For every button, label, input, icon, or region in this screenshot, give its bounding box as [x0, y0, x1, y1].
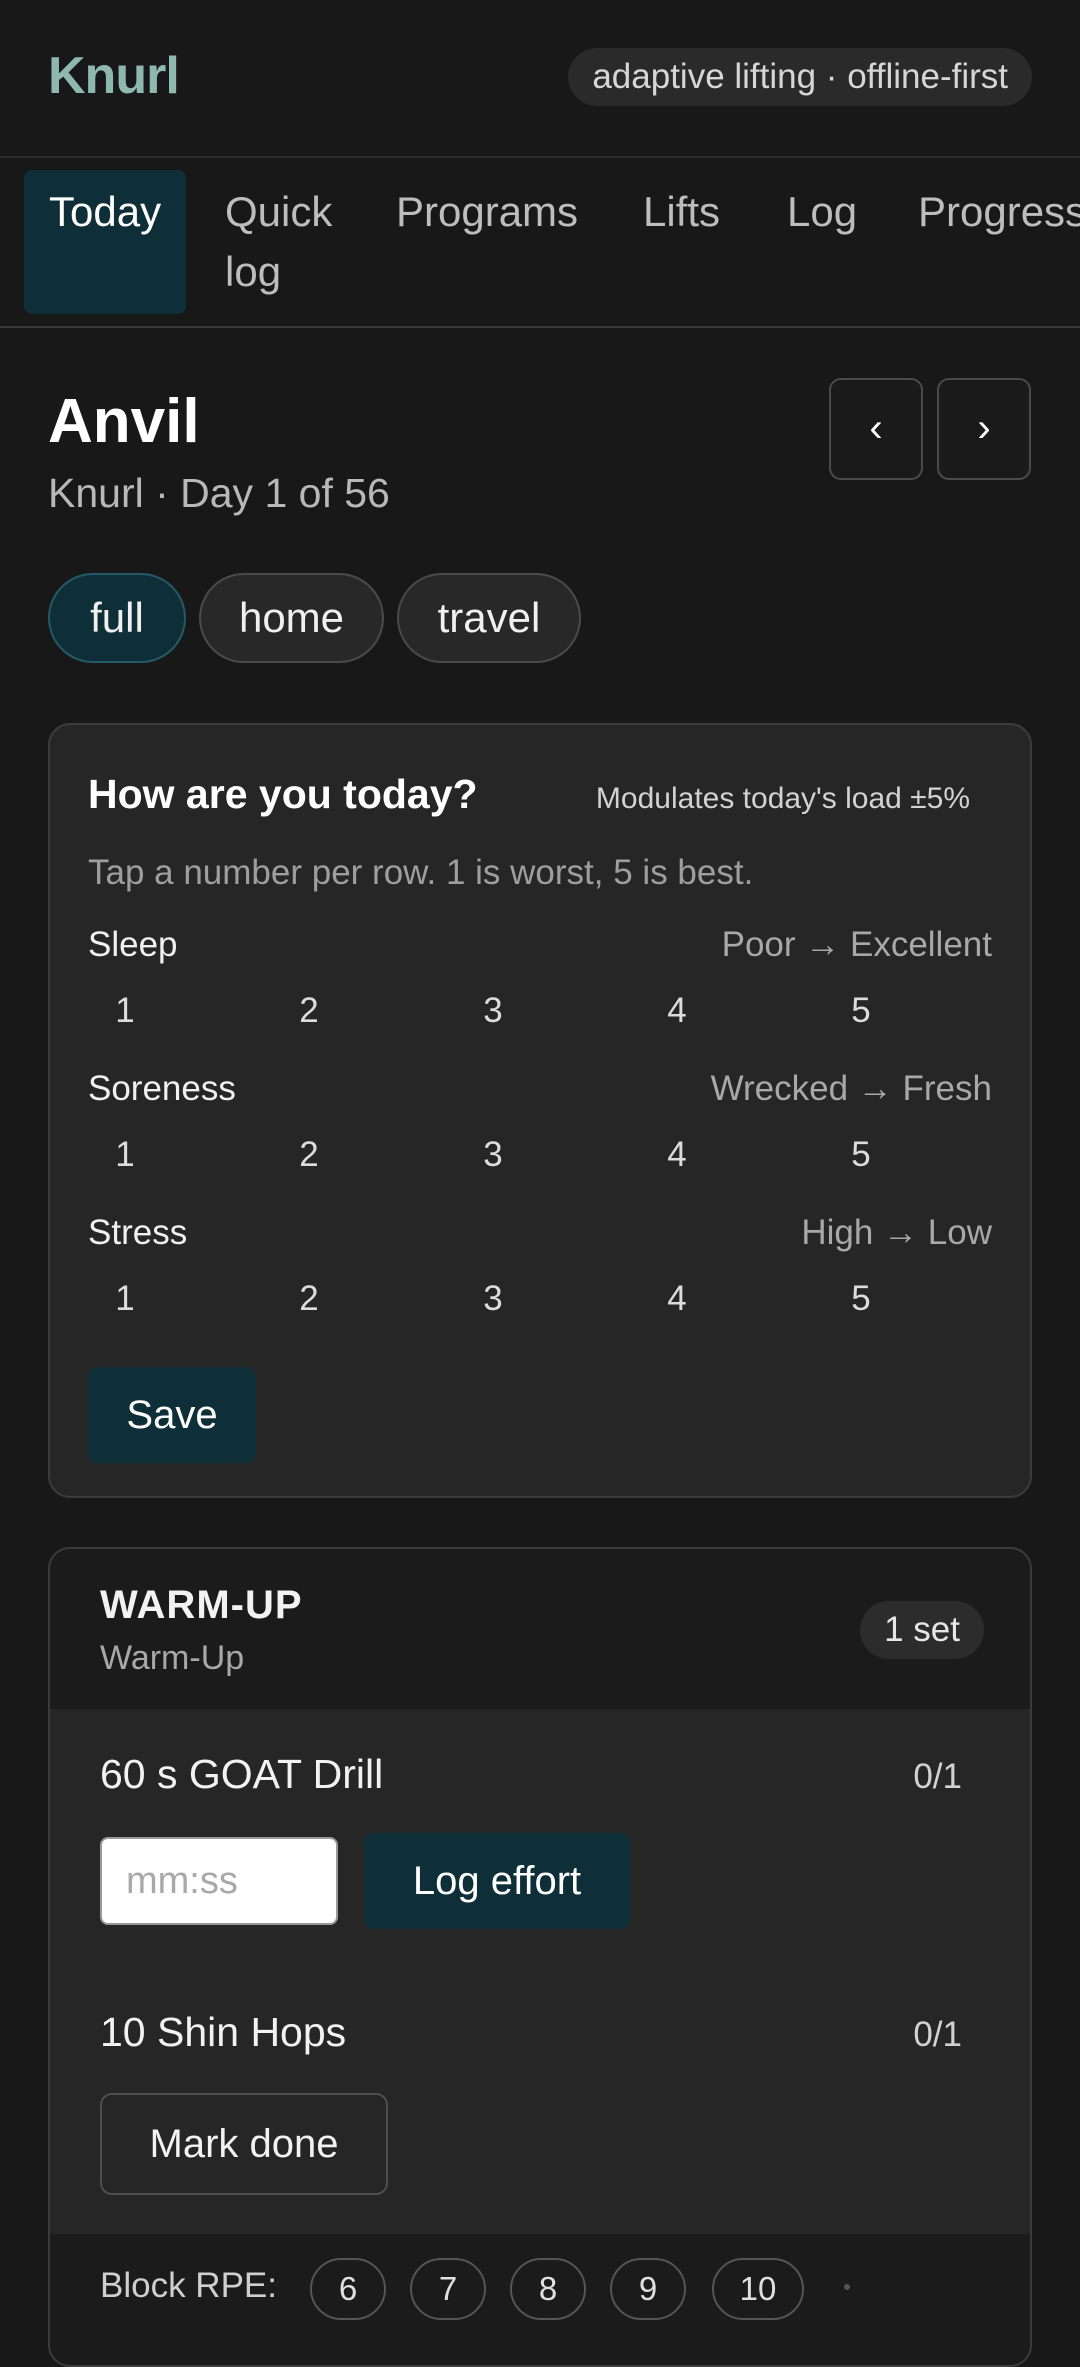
exercise-progress-count: 0/1: [913, 1757, 962, 1796]
block-header: WARM-UP Warm-Up 1 set: [50, 1549, 1030, 1709]
main-tab-bar: Today Quick log Programs Lifts Log Progr…: [0, 158, 1080, 328]
sleep-rating-4[interactable]: 4: [647, 991, 707, 1031]
effort-time-input[interactable]: [100, 1837, 338, 1925]
stress-rating-3[interactable]: 3: [463, 1279, 523, 1319]
soreness-rating-5[interactable]: 5: [831, 1135, 891, 1175]
soreness-row-range: Wrecked → Fresh: [710, 1069, 992, 1108]
sleep-rating-3[interactable]: 3: [463, 991, 523, 1031]
block-name: WARM-UP: [100, 1583, 303, 1627]
tab-today-label: Today: [49, 188, 162, 235]
save-checkin-button[interactable]: Save: [88, 1367, 256, 1463]
log-effort-button[interactable]: Log effort: [364, 1833, 630, 1929]
soreness-row-label: Soreness: [88, 1069, 236, 1108]
app-header: Knurl adaptive lifting · offline-first: [0, 0, 1080, 158]
mode-chip-travel[interactable]: travel: [397, 573, 581, 663]
rpe-option-9[interactable]: 9: [610, 2258, 686, 2320]
tab-progress[interactable]: Progress: [918, 170, 1080, 254]
tab-progress-label: Progress: [918, 188, 1080, 235]
rpe-option-10[interactable]: 10: [712, 2258, 804, 2320]
program-title: Anvil: [48, 387, 200, 456]
tab-programs[interactable]: Programs: [396, 170, 578, 254]
program-day-subtitle: Knurl · Day 1 of 56: [48, 470, 390, 516]
checkin-title: How are you today?: [88, 771, 478, 817]
stress-rating-4[interactable]: 4: [647, 1279, 707, 1319]
tab-log-label: Log: [787, 188, 858, 235]
block-subtitle: Warm-Up: [100, 1639, 245, 1677]
readiness-checkin-card: How are you today? Modulates today's loa…: [48, 723, 1032, 1498]
soreness-rating-3[interactable]: 3: [463, 1135, 523, 1175]
chevron-left-icon: ‹: [869, 406, 883, 450]
stress-rating-5[interactable]: 5: [831, 1279, 891, 1319]
sleep-rating-1[interactable]: 1: [95, 991, 155, 1031]
tab-quick-log-label-line1: Quick: [225, 188, 333, 235]
sleep-row-range: Poor → Excellent: [721, 925, 992, 964]
rpe-option-6[interactable]: 6: [310, 2258, 386, 2320]
previous-day-button[interactable]: ‹: [829, 378, 923, 480]
stress-rating-1[interactable]: 1: [95, 1279, 155, 1319]
soreness-rating-4[interactable]: 4: [647, 1135, 707, 1175]
mark-done-button[interactable]: Mark done: [100, 2093, 388, 2195]
app-tagline-badge: adaptive lifting · offline-first: [568, 48, 1032, 106]
rpe-option-7[interactable]: 7: [410, 2258, 486, 2320]
sleep-row-label: Sleep: [88, 925, 178, 964]
warmup-block-card: WARM-UP Warm-Up 1 set 60 s GOAT Drill 0/…: [48, 1547, 1032, 2367]
exercise-name: 10 Shin Hops: [100, 2009, 347, 2055]
chevron-right-icon: ›: [977, 406, 991, 450]
tab-quick-log-label-line2: log: [225, 248, 282, 295]
sleep-rating-5[interactable]: 5: [831, 991, 891, 1031]
block-exercise-list: 60 s GOAT Drill 0/1 Log effort 10 Shin H…: [50, 1709, 1030, 2234]
tab-programs-label: Programs: [396, 188, 579, 235]
checkin-hint: Tap a number per row. 1 is worst, 5 is b…: [88, 853, 754, 892]
exercise-progress-count: 0/1: [913, 2015, 962, 2054]
mode-chip-full[interactable]: full: [48, 573, 186, 663]
tab-today[interactable]: Today: [24, 170, 187, 314]
block-rpe-row: Block RPE: 6 7 8 9 10: [50, 2234, 1030, 2365]
tab-log[interactable]: Log: [787, 170, 857, 254]
soreness-rating-2[interactable]: 2: [279, 1135, 339, 1175]
tab-lifts[interactable]: Lifts: [643, 170, 720, 254]
soreness-rating-1[interactable]: 1: [95, 1135, 155, 1175]
next-day-button[interactable]: ›: [937, 378, 1031, 480]
tab-quick-log[interactable]: Quick log: [225, 170, 332, 314]
block-rpe-label: Block RPE:: [100, 2266, 277, 2305]
stress-row-label: Stress: [88, 1213, 188, 1252]
mode-chip-home[interactable]: home: [199, 573, 384, 663]
set-count-badge: 1 set: [860, 1601, 984, 1659]
sleep-rating-2[interactable]: 2: [279, 991, 339, 1031]
rpe-option-8[interactable]: 8: [510, 2258, 586, 2320]
tab-lifts-label: Lifts: [643, 188, 721, 235]
stress-row-range: High → Low: [801, 1213, 992, 1252]
app-logo[interactable]: Knurl: [48, 46, 180, 106]
separator-dot: [844, 2284, 850, 2290]
checkin-load-note: Modulates today's load ±5%: [595, 782, 970, 815]
exercise-name: 60 s GOAT Drill: [100, 1751, 384, 1797]
stress-rating-2[interactable]: 2: [279, 1279, 339, 1319]
